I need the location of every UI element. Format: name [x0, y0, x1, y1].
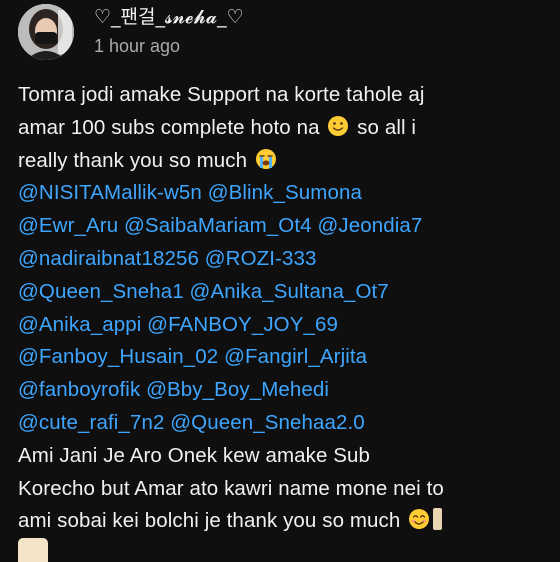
mention-line: @Ewr_Aru @SaibaMariam_Ot4 @Jeondia7 [18, 210, 548, 243]
mention-link[interactable]: @Jeondia7 [317, 214, 422, 237]
mention-link[interactable]: @fanboyrofik [18, 378, 140, 401]
mention-link[interactable]: @Queen_Snehaa2.0 [170, 411, 365, 434]
post-text-line: really thank you so much [18, 145, 548, 178]
mention-link[interactable]: @SaibaMariam_Ot4 [124, 214, 312, 237]
mention-link[interactable]: @Bby_Boy_Mehedi [146, 378, 329, 401]
post-text: really thank you so much [18, 148, 248, 172]
post-text: Ami Jani Je Aro Onek kew amake Sub [18, 443, 371, 467]
mention-link[interactable]: @Anika_appi [18, 313, 141, 336]
mention-line: @cute_rafi_7n2 @Queen_Snehaa2.0 [18, 407, 548, 440]
loudly-crying-face-icon [255, 148, 277, 170]
post-text-line: ami sobai kei bolchi je thank you so muc… [18, 505, 548, 538]
post-text-line: amar 100 subs complete hoto na so all i [18, 112, 548, 145]
mention-line: @NISITAMallik-w5n @Blink_Sumona [18, 177, 548, 210]
mention-link[interactable]: @cute_rafi_7n2 [18, 411, 164, 434]
post-timestamp[interactable]: 1 hour ago [94, 36, 180, 57]
partial-emoji-icon [433, 508, 443, 531]
post-header: ♡_팬걸_𝓼𝓷𝓮𝓱𝓪_♡ 1 hour ago [18, 4, 548, 64]
post-text: Tomra jodi amake Support na korte tahole… [18, 83, 425, 106]
smiling-face-with-smiling-eyes-icon [408, 508, 430, 530]
partial-emoji-icon [18, 538, 48, 562]
mention-link[interactable]: @Fangirl_Arjita [224, 345, 367, 368]
mention-link[interactable]: @nadiraibnat18256 [18, 247, 199, 270]
mention-link[interactable]: @Ewr_Aru [18, 214, 118, 237]
post-text-line: Ami Jani Je Aro Onek kew amake Sub [18, 440, 548, 473]
mention-link[interactable]: @Anika_Sultana_Ot7 [190, 280, 389, 303]
slightly-smiling-face-icon [327, 115, 349, 137]
user-avatar-photo-icon [18, 4, 74, 60]
mention-link[interactable]: @NISITAMallik-w5n [18, 181, 202, 204]
mention-link[interactable]: @ROZI-333 [205, 247, 317, 270]
mention-link[interactable]: @Fanboy_Husain_02 [18, 345, 218, 368]
mention-link[interactable]: @Queen_Sneha1 [18, 280, 184, 303]
post-text-line: Korecho but Amar ato kawri name mone nei… [18, 473, 548, 506]
mention-link[interactable]: @FANBOY_JOY_69 [147, 313, 338, 336]
post-text-line: Tomra jodi amake Support na korte tahole… [18, 79, 548, 112]
post-text: so all i [357, 115, 417, 139]
post-text: ami sobai kei bolchi je thank you so muc… [18, 509, 401, 533]
mention-list: @NISITAMallik-w5n @Blink_Sumona @Ewr_Aru … [18, 177, 548, 439]
mention-link[interactable]: @Blink_Sumona [208, 181, 362, 204]
avatar[interactable] [18, 4, 74, 60]
mention-line: @Fanboy_Husain_02 @Fangirl_Arjita [18, 341, 548, 374]
mention-line: @Anika_appi @FANBOY_JOY_69 [18, 309, 548, 342]
post-body: Tomra jodi amake Support na korte tahole… [18, 79, 548, 538]
post-text: Korecho but Amar ato kawri name mone nei… [18, 476, 444, 500]
post-text: amar 100 subs complete hoto na [18, 115, 320, 139]
mention-line: @Queen_Sneha1 @Anika_Sultana_Ot7 [18, 276, 548, 309]
mention-line: @fanboyrofik @Bby_Boy_Mehedi [18, 374, 548, 407]
mention-line: @nadiraibnat18256 @ROZI-333 [18, 243, 548, 276]
author-name[interactable]: ♡_팬걸_𝓼𝓷𝓮𝓱𝓪_♡ [94, 2, 244, 29]
